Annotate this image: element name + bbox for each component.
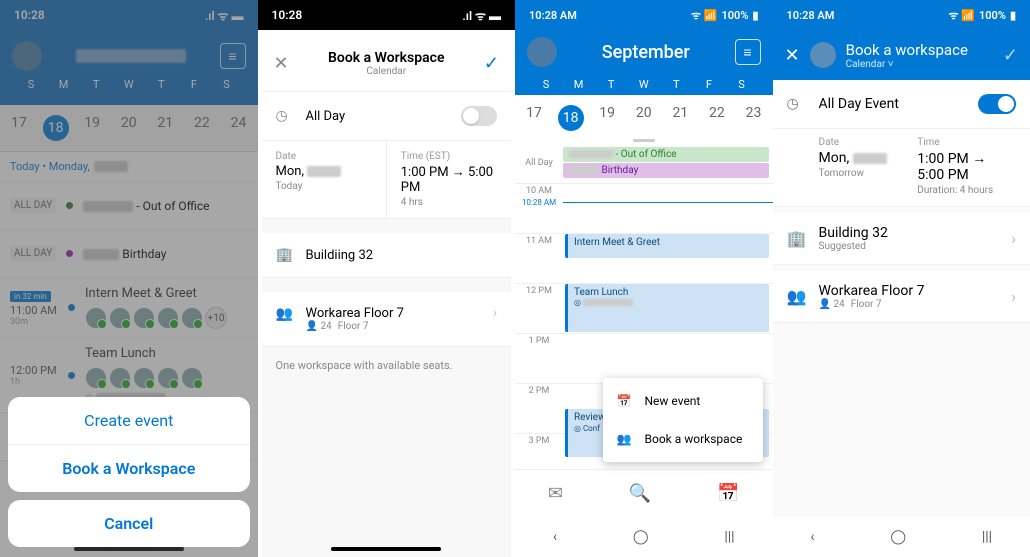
- building-icon: 🏢: [276, 247, 294, 263]
- back-button[interactable]: ‹: [553, 529, 557, 545]
- phone-android-calendar-popup: 10:28 AM ᯤ 📶 100% ▮ September ≡ SMTWTFS …: [515, 0, 773, 557]
- mail-tab-icon[interactable]: ✉: [548, 483, 563, 504]
- fab-popup-menu: 📅New event 👥Book a workspace: [603, 378, 763, 462]
- new-event-button[interactable]: 📅New event: [603, 382, 763, 420]
- bottom-tabs: ✉ 🔍 📅: [515, 469, 773, 517]
- book-workspace-button[interactable]: 👥Book a workspace: [603, 420, 763, 458]
- close-icon[interactable]: ✕: [785, 45, 800, 66]
- avatar: [810, 42, 836, 68]
- attendee-avatars: +10: [85, 307, 248, 329]
- people-icon: 👥: [617, 432, 633, 446]
- people-icon: 👥: [787, 287, 805, 306]
- timeline-event[interactable]: Team Lunch◎: [565, 284, 769, 332]
- header-title-redacted: [76, 49, 186, 63]
- action-sheet: Create event Book a Workspace Cancel: [8, 397, 250, 547]
- date-row[interactable]: 17181920212224: [0, 105, 258, 152]
- create-event-button[interactable]: Create event: [8, 397, 250, 445]
- timeline-event[interactable]: Intern Meet & Greet: [565, 234, 769, 258]
- clock-icon: ◷: [276, 108, 294, 124]
- event-row-allday[interactable]: ALL DAY - Out of Office: [0, 182, 258, 230]
- status-bar: 10:28 .ıl ᯤ ▬: [0, 0, 258, 30]
- allday-tag: ALL DAY: [10, 198, 56, 213]
- people-icon: 👥: [276, 306, 294, 322]
- agenda-view-icon[interactable]: ≡: [735, 39, 761, 65]
- date-row[interactable]: 17181920212223: [515, 95, 773, 135]
- phone-ios-book-workspace: 10:28 .ıl ᯤ ▬ ✕ Book a Workspace Calenda…: [258, 0, 516, 557]
- category-dot: [66, 202, 73, 209]
- attendee-avatars: [85, 367, 248, 389]
- recents-button[interactable]: |||: [724, 529, 734, 545]
- calendar-plus-icon: 📅: [617, 394, 633, 408]
- workarea-row[interactable]: 👥 Workarea Floor 7 👤 24 Floor 7 ›: [262, 292, 512, 347]
- category-dot: [68, 372, 75, 379]
- allday-tag: ALL DAY: [10, 246, 56, 261]
- today-header: Today • Monday,: [0, 152, 258, 182]
- android-nav-bar: ‹ ◯ |||: [515, 517, 773, 557]
- all-day-toggle[interactable]: [978, 94, 1016, 114]
- category-dot: [66, 250, 73, 257]
- home-indicator: [74, 547, 184, 551]
- avatar[interactable]: [12, 41, 42, 71]
- datetime-row[interactable]: Date Mon, Tomorrow Time 1:00 PM → 5:00 P…: [773, 129, 1030, 207]
- event-row-allday[interactable]: ALL DAY Birthday: [0, 230, 258, 278]
- modal-header: ✕ Book a Workspace Calendar ✓: [262, 36, 512, 92]
- workarea-row[interactable]: 👥 Workarea Floor 7 👤 24 Floor 7 ›: [773, 271, 1030, 323]
- all-day-row[interactable]: ◷ All Day: [262, 92, 512, 141]
- confirm-icon[interactable]: ✓: [1003, 45, 1018, 66]
- datetime-row[interactable]: Date Mon, Today Time (EST) 1:00 PM → 5:0…: [262, 141, 512, 219]
- day-header-row: SMTWTFS: [12, 74, 246, 97]
- cancel-button[interactable]: Cancel: [8, 500, 250, 547]
- allday-event[interactable]: Birthday: [563, 163, 769, 178]
- allday-event[interactable]: - Out of Office: [563, 147, 769, 162]
- home-button[interactable]: ◯: [890, 529, 906, 545]
- search-tab-icon[interactable]: 🔍: [629, 483, 651, 504]
- status-icons: ᯤ 📶 100% ▮: [691, 8, 759, 23]
- status-bar: 10:28 AM ᯤ 📶 100% ▮: [515, 0, 773, 30]
- all-day-section: All Day - Out of Office Birthday: [515, 142, 773, 184]
- phone-android-book-workspace: 10:28 AM ᯤ 📶 100% ▮ ✕ Book a workspace C…: [773, 0, 1030, 557]
- chevron-right-icon: ›: [493, 306, 497, 321]
- status-icons: ᯤ 📶 100% ▮: [948, 8, 1016, 23]
- now-indicator: 10:28 AM: [515, 198, 773, 207]
- page-header: ✕ Book a workspace Calendar ˅ ✓: [773, 30, 1030, 80]
- phone-ios-calendar-sheet: 10:28 .ıl ᯤ ▬ ≡ SMTWTFS 17181920212224 T…: [0, 0, 258, 557]
- chevron-right-icon: ›: [1011, 287, 1016, 306]
- all-day-row[interactable]: ◷ All Day Event: [773, 80, 1030, 129]
- modal-subtitle: Calendar: [294, 66, 480, 77]
- category-dot: [68, 304, 75, 311]
- all-day-toggle[interactable]: [461, 106, 497, 126]
- availability-note: One workspace with available seats.: [262, 347, 512, 384]
- clock-icon: ◷: [787, 96, 805, 112]
- countdown-badge: in 32 min: [10, 291, 51, 302]
- confirm-icon[interactable]: ✓: [479, 53, 499, 74]
- status-icons: .ıl ᯤ ▬: [205, 7, 244, 24]
- avatar[interactable]: [527, 37, 557, 67]
- month-title[interactable]: September: [602, 42, 690, 63]
- calendar-tab-icon[interactable]: 📅: [717, 483, 739, 504]
- event-row[interactable]: in 32 min 11:00 AM30m Intern Meet & Gree…: [0, 278, 258, 338]
- android-nav-bar: ‹ ◯ |||: [773, 517, 1030, 557]
- close-icon[interactable]: ✕: [274, 53, 294, 74]
- agenda-view-icon[interactable]: ≡: [220, 43, 246, 69]
- status-icons: .ıl ᯤ ▬: [462, 7, 501, 24]
- status-bar: 10:28 AM ᯤ 📶 100% ▮: [773, 0, 1030, 30]
- home-button[interactable]: ◯: [633, 529, 649, 545]
- page-title: Book a workspace: [846, 41, 993, 59]
- building-row[interactable]: 🏢 Building 32 Suggested ›: [773, 213, 1030, 265]
- home-indicator: [331, 547, 441, 551]
- book-workspace-button[interactable]: Book a Workspace: [8, 445, 250, 492]
- modal-title: Book a Workspace: [294, 50, 480, 66]
- calendar-picker[interactable]: Calendar ˅: [846, 59, 993, 70]
- chevron-right-icon: ›: [1011, 229, 1016, 248]
- building-icon: 🏢: [787, 229, 805, 248]
- building-row[interactable]: 🏢 Buildiing 32: [262, 233, 512, 278]
- recents-button[interactable]: |||: [982, 529, 992, 545]
- day-header-row: SMTWTFS: [527, 74, 761, 95]
- status-bar: 10:28 .ıl ᯤ ▬: [258, 0, 516, 30]
- back-button[interactable]: ‹: [810, 529, 814, 545]
